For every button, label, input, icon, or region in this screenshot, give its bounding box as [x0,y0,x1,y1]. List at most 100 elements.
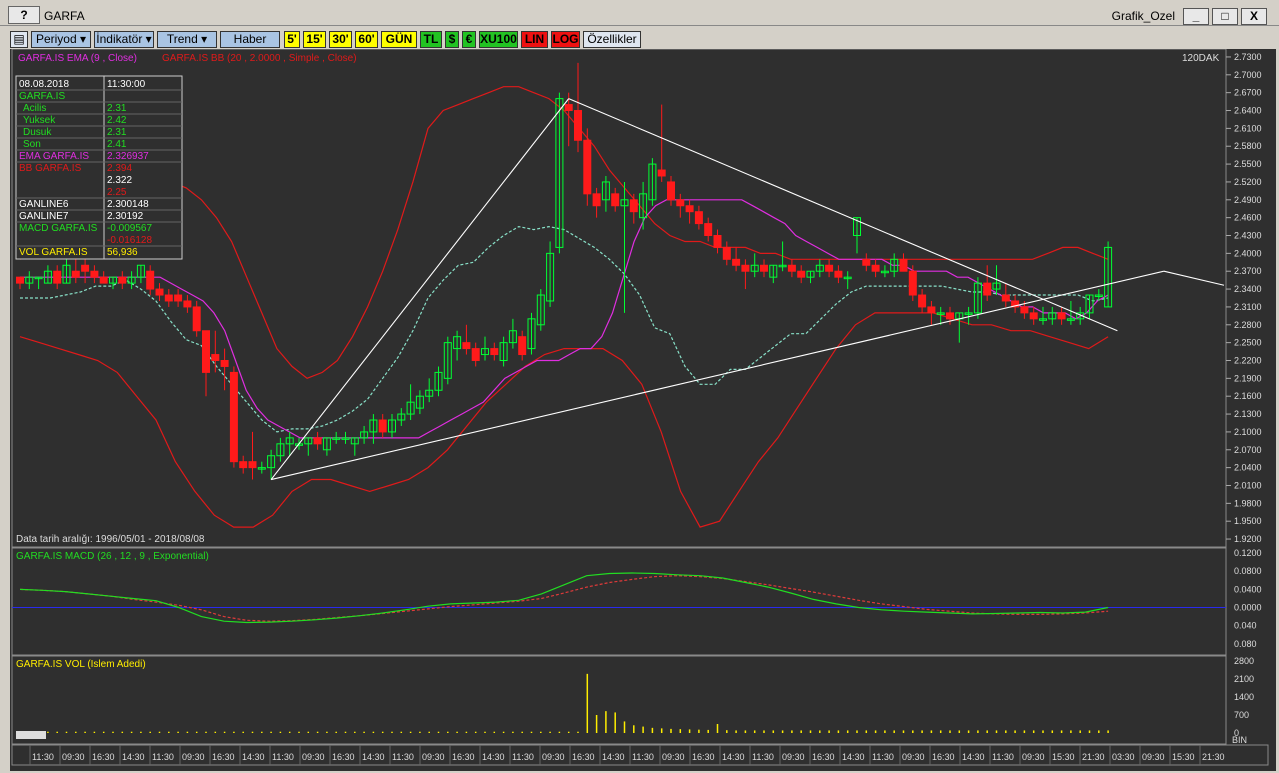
candle-down [871,264,880,272]
time-label: 11:30 [272,752,294,762]
date-range-label: Data tarih aralığı: 1996/05/01 - 2018/08… [16,534,205,545]
candle-down [657,169,666,177]
candle-down [99,276,108,284]
macd-tick-label: 0.1200 [1234,548,1262,558]
info-close-label: Son [23,139,41,150]
price-tick-label: 2.6400 [1234,106,1262,116]
periyod-label: Periyod [35,32,77,46]
candle-down [220,359,229,367]
macd-tick-label: 0.0800 [1234,566,1262,576]
price-tick-label: 2.1600 [1234,391,1262,401]
time-label: 09:30 [302,752,325,762]
ozellikler-button[interactable]: Özellikler [583,31,641,48]
bb-legend: GARFA.IS BB (20 , 2.0000 , Simple , Clos… [162,53,357,64]
candle-down [741,264,750,272]
candle-down [667,181,675,201]
periyod-dropdown[interactable]: Periyod ▾ [31,31,91,48]
chart-background [10,49,1276,771]
candle-down [164,294,173,302]
candle-down [611,193,620,207]
time-label: 14:30 [482,752,505,762]
maximize-button[interactable]: □ [1212,8,1238,25]
time-label: 16:30 [452,752,475,762]
candle-down [183,300,192,308]
price-tick-label: 2.1000 [1234,427,1262,437]
candle-down [722,246,731,260]
time-label: 14:30 [242,752,265,762]
time-label: 14:30 [362,752,385,762]
time-label: 14:30 [722,752,745,762]
candle-down [155,288,164,296]
candle-down [71,270,80,278]
candle-down [760,264,768,272]
time-label: 16:30 [932,752,955,762]
candle-down [462,342,471,350]
info-time: 11:30:00 [107,79,146,90]
close-button[interactable]: X [1241,8,1267,25]
period-gun-button[interactable]: GÜN [381,31,417,48]
candle-down [732,258,741,266]
candle-down [908,270,917,296]
candle-down [704,223,713,237]
trend-dropdown[interactable]: Trend ▾ [157,31,217,48]
currency-tl-button[interactable]: TL [420,31,442,48]
period-30-button[interactable]: 30' [329,31,352,48]
xu100-button[interactable]: XU100 [479,31,518,48]
candle-down [825,264,834,272]
period-5-button[interactable]: 5' [284,31,300,48]
currency-usd-button[interactable]: $ [445,31,459,48]
macd-tick-label: 0.040 [1234,621,1257,631]
price-tick-label: 2.4000 [1234,248,1262,258]
info-high-value: 2.42 [107,115,127,126]
symbol-title: GARFA [44,9,85,23]
candle-down [248,461,257,469]
price-tick-label: 2.3700 [1234,266,1262,276]
info-symbol: GARFA.IS [19,91,65,102]
info-high-label: Yuksek [23,115,56,126]
info-low-value: 2.31 [107,127,127,138]
period-15-button[interactable]: 15' [303,31,326,48]
candle-down [946,312,954,320]
chart-settings-icon[interactable]: ▤ [10,31,28,48]
candle-down [1020,306,1029,314]
candle-down [983,282,992,296]
info-bb-label: BB GARFA.IS [19,163,82,174]
lin-scale-button[interactable]: LIN [521,31,548,48]
info-bb-mid: 2.322 [107,175,132,186]
candle-down [202,330,210,373]
period-60-button[interactable]: 60' [355,31,378,48]
currency-eur-button[interactable]: € [462,31,476,48]
chevron-down-icon: ▾ [201,32,208,46]
price-tick-label: 2.3400 [1234,284,1262,294]
candle-down [16,276,24,284]
time-label: 11:30 [512,752,534,762]
time-label: 11:30 [992,752,1014,762]
price-tick-label: 2.0400 [1234,463,1262,473]
log-scale-button[interactable]: LOG [551,31,580,48]
candle-down [118,276,127,284]
chart-area[interactable]: 2.7300 2.7000 2.6700 2.6400 2.6100 2.5800 2.55… [10,49,1276,771]
template-name: Grafik_Ozel [1111,9,1175,23]
info-ema-label: EMA GARFA.IS [19,151,89,162]
candle-down [490,348,499,356]
indikator-dropdown[interactable]: İndikatör ▾ [94,31,154,48]
interval-label: 120DAK [1182,53,1220,64]
candle-down [1001,294,1010,302]
info-date: 08.08.2018 [19,79,69,90]
time-label: 14:30 [962,752,985,762]
candle-down [239,461,248,469]
minimize-button[interactable]: _ [1183,8,1209,25]
time-label: 09:30 [62,752,85,762]
macd-tick-label: 0.0400 [1234,584,1262,594]
time-label: 14:30 [122,752,145,762]
candle-down [378,419,387,433]
haber-button[interactable]: Haber [220,31,280,48]
macd-legend: GARFA.IS MACD (26 , 12 , 9 , Exponential… [16,551,209,562]
price-tick-label: 2.0100 [1234,480,1262,490]
help-button[interactable]: ? [8,6,40,24]
time-label: 15:30 [1052,752,1075,762]
time-label: 09:30 [1022,752,1045,762]
time-label: 09:30 [902,752,925,762]
candle-down [211,354,220,361]
ema-legend: GARFA.IS EMA (9 , Close) [18,53,137,64]
